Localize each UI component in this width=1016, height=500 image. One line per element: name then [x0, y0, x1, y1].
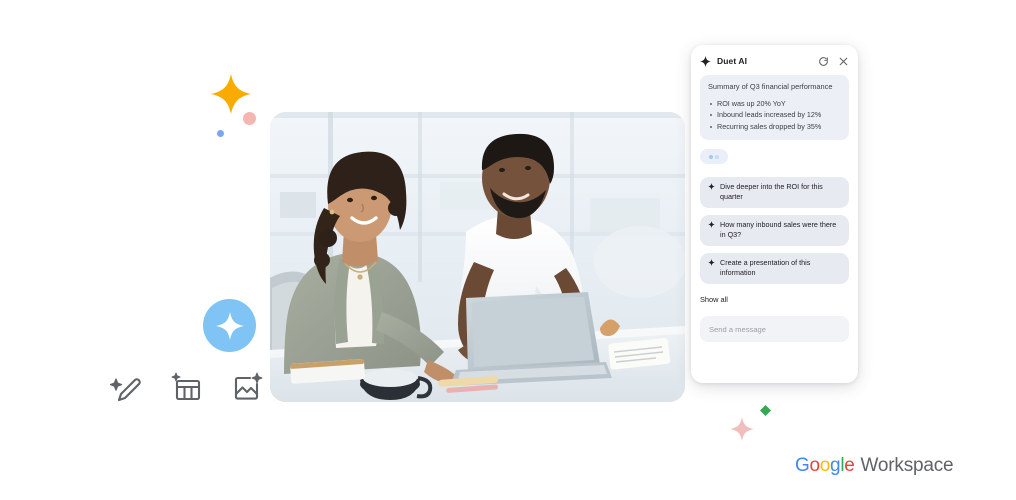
suggestion-chip[interactable]: Dive deeper into the ROI for this quarte… [700, 177, 849, 208]
typing-indicator [700, 149, 728, 164]
google-workspace-logo: Google Workspace [795, 455, 954, 477]
summary-title: Summary of Q3 financial performance [708, 82, 833, 91]
ai-tools-row [110, 370, 264, 404]
suggestion-chip-label: Dive deeper into the ROI for this quarte… [720, 182, 823, 201]
google-letter: G [795, 455, 810, 476]
show-all-button[interactable]: Show all [700, 295, 728, 304]
poster-canvas: Duet AI Summary of Q3 financial performa… [0, 0, 1016, 500]
refresh-icon[interactable] [818, 56, 829, 67]
panel-body: Summary of Q3 financial performance ROI … [691, 75, 858, 307]
google-letter: e [844, 455, 855, 476]
google-letter: g [830, 455, 841, 476]
sparkle-icon [215, 311, 244, 340]
suggestion-chip-label: Create a presentation of this informatio… [720, 258, 811, 277]
image-icon[interactable] [230, 370, 264, 404]
suggestion-chip[interactable]: How many inbound sales were there in Q3? [700, 215, 849, 246]
panel-header: Duet AI [691, 45, 858, 71]
green-diamond [760, 405, 771, 416]
suggestion-chip[interactable]: Create a presentation of this informatio… [700, 253, 849, 284]
sparkle-icon [708, 221, 715, 228]
sparkle-icon [708, 183, 715, 190]
sparkle-icon [700, 55, 711, 67]
summary-card: Summary of Q3 financial performance ROI … [700, 75, 849, 140]
message-composer[interactable]: Send a message [700, 316, 849, 342]
message-input-placeholder[interactable]: Send a message [709, 325, 766, 334]
typing-dot [715, 154, 719, 159]
suggestion-chip-list: Dive deeper into the ROI for this quarte… [700, 177, 849, 284]
close-icon[interactable] [838, 56, 849, 67]
google-letter: o [809, 455, 820, 476]
workspace-wordmark: Workspace [860, 455, 954, 476]
ai-sparkle-badge [203, 299, 256, 352]
panel-header-actions [818, 56, 849, 67]
google-wordmark: Google [795, 455, 855, 477]
pink-dot [243, 112, 256, 125]
pink-sparkle [730, 417, 754, 441]
typing-dot [709, 154, 713, 159]
duet-ai-panel: Duet AI Summary of Q3 financial performa… [691, 45, 858, 383]
yellow-sparkle [211, 74, 251, 114]
suggestion-chip-label: How many inbound sales were there in Q3? [720, 220, 837, 239]
list-item: Inbound leads increased by 12% [708, 109, 841, 121]
panel-title: Duet AI [717, 56, 748, 66]
blue-dot [217, 130, 224, 137]
magic-pen-icon[interactable] [110, 370, 144, 404]
list-item: Recurring sales dropped by 35% [708, 121, 841, 133]
office-collaboration-photo [270, 112, 685, 402]
sparkle-icon [708, 259, 715, 266]
list-item: ROI was up 20% YoY [708, 98, 841, 110]
table-icon[interactable] [170, 370, 204, 404]
summary-bullet-list: ROI was up 20% YoY Inbound leads increas… [708, 98, 841, 133]
google-letter: o [819, 455, 831, 476]
